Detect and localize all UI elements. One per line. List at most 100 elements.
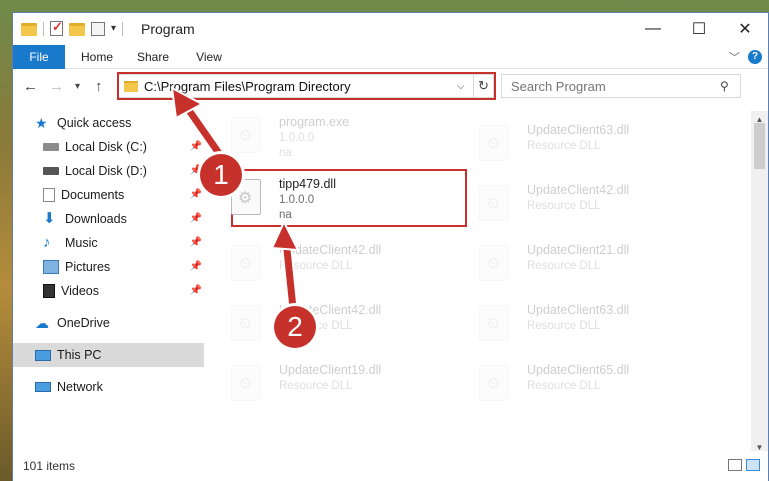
computer-icon — [35, 349, 51, 361]
scroll-thumb[interactable] — [754, 123, 765, 169]
maximize-button[interactable]: ☐ — [676, 13, 722, 45]
window-controls: — ☐ ✕ — [630, 13, 768, 45]
dll-gear-icon — [479, 305, 509, 341]
navigation-bar: ← → ▾ ↑ C:\Program Files\Program Directo… — [13, 70, 768, 103]
search-box[interactable]: ⚲ — [501, 74, 741, 98]
item-count: 101 items — [23, 459, 76, 473]
details-view-icon[interactable] — [728, 459, 742, 471]
help-icon[interactable]: ? — [748, 50, 762, 64]
sidebar-item-documents[interactable]: Documents 📌 — [13, 183, 204, 207]
file-description: Resource DLL — [527, 260, 601, 272]
sidebar-item-videos[interactable]: Videos 📌 — [13, 279, 204, 303]
file-item[interactable]: UpdateClient42.dll Resource DLL — [213, 239, 443, 289]
navigation-pane: ★ Quick access Local Disk (C:) 📌 Local D… — [13, 111, 209, 456]
file-item-tipp479[interactable]: tipp479.dll 1.0.0.0 na — [213, 173, 443, 223]
tiles-view-icon[interactable] — [746, 459, 760, 471]
dll-gear-icon — [479, 365, 509, 401]
dll-gear-icon — [479, 245, 509, 281]
sidebar-item-label: Local Disk (C:) — [65, 140, 147, 154]
tab-share[interactable]: Share — [127, 45, 179, 69]
dll-gear-icon — [231, 245, 261, 281]
star-icon: ★ — [35, 115, 48, 131]
network-icon — [35, 382, 51, 392]
file-description: Resource DLL — [527, 200, 601, 212]
file-description: Resource DLL — [527, 320, 601, 332]
rename-icon[interactable] — [91, 21, 105, 36]
sidebar-item-downloads[interactable]: ⬇ Downloads 📌 — [13, 207, 204, 231]
file-company: na — [279, 147, 292, 159]
sidebar-item-label: Local Disk (D:) — [65, 164, 147, 178]
pin-icon[interactable]: 📌 — [190, 213, 202, 224]
up-arrow-icon[interactable]: ↑ — [95, 78, 103, 95]
step-badge-2: 2 — [274, 306, 316, 348]
cloud-icon: ☁ — [35, 315, 49, 331]
sidebar-item-label: Network — [57, 380, 103, 394]
tab-view[interactable]: View — [183, 45, 235, 69]
sidebar-item-label: Documents — [61, 188, 125, 202]
file-item[interactable]: UpdateClient65.dll Resource DLL — [461, 359, 691, 409]
file-item[interactable]: UpdateClient63.dll Resource DLL — [461, 299, 691, 349]
pin-icon[interactable]: 📌 — [190, 285, 202, 296]
file-item[interactable]: UpdateClient21.dll Resource DLL — [461, 239, 691, 289]
file-company: na — [279, 209, 292, 221]
dll-gear-icon — [479, 185, 509, 221]
explorer-window: ▾ Program — ☐ ✕ File Home Share View ﹀ ?… — [12, 12, 769, 481]
sidebar-item-pictures[interactable]: Pictures 📌 — [13, 255, 204, 279]
download-icon: ⬇ — [43, 210, 56, 227]
file-description: Resource DLL — [279, 380, 353, 392]
file-name: tipp479.dll — [279, 177, 336, 191]
status-bar: 101 items — [13, 451, 768, 481]
file-description: Resource DLL — [527, 380, 601, 392]
sidebar-item-this-pc[interactable]: This PC — [13, 343, 204, 367]
close-button[interactable]: ✕ — [722, 13, 768, 45]
address-highlight-box — [117, 72, 496, 100]
file-name: UpdateClient21.dll — [527, 243, 630, 257]
folder-icon[interactable] — [21, 23, 37, 36]
file-version: 1.0.0.0 — [279, 194, 315, 206]
videos-icon — [43, 284, 55, 298]
sidebar-item-onedrive[interactable]: ☁ OneDrive — [13, 311, 204, 335]
file-name: UpdateClient42.dll — [527, 183, 630, 197]
window-title: Program — [141, 21, 195, 37]
vertical-scrollbar[interactable]: ▲ ▼ — [751, 111, 768, 456]
step-badge-1: 1 — [200, 154, 242, 196]
minimize-button[interactable]: — — [630, 13, 676, 45]
new-folder-icon[interactable] — [69, 23, 85, 36]
expand-ribbon-icon[interactable]: ﹀ — [729, 49, 740, 65]
file-list: program.exe 1.0.0.0 na tipp479.dll 1.0.0… — [213, 111, 741, 456]
customize-toolbar-icon[interactable]: ▾ — [111, 23, 116, 34]
recent-locations-icon[interactable]: ▾ — [75, 81, 80, 92]
pictures-icon — [43, 260, 59, 274]
file-item[interactable]: UpdateClient63.dll Resource DLL — [461, 119, 691, 169]
search-icon[interactable]: ⚲ — [720, 79, 740, 93]
file-name: UpdateClient42.dll — [279, 243, 382, 257]
forward-arrow-icon[interactable]: → — [49, 78, 64, 95]
tab-file[interactable]: File — [13, 45, 65, 69]
file-name: UpdateClient65.dll — [527, 363, 630, 377]
pin-icon[interactable]: 📌 — [190, 189, 202, 200]
executable-icon — [231, 117, 261, 153]
file-item[interactable]: program.exe 1.0.0.0 na — [213, 111, 443, 161]
back-arrow-icon[interactable]: ← — [23, 78, 38, 95]
file-version: 1.0.0.0 — [279, 132, 315, 144]
file-item[interactable]: UpdateClient42.dll Resource DLL — [461, 179, 691, 229]
file-name: UpdateClient63.dll — [527, 123, 630, 137]
tab-home[interactable]: Home — [71, 45, 123, 69]
sidebar-item-local-disk-d[interactable]: Local Disk (D:) 📌 — [13, 159, 204, 183]
drive-icon — [43, 167, 59, 175]
sidebar-item-label: This PC — [57, 348, 102, 362]
sidebar-item-music[interactable]: ♪ Music 📌 — [13, 231, 204, 255]
search-input[interactable] — [511, 78, 720, 94]
sidebar-item-local-disk-c[interactable]: Local Disk (C:) 📌 — [13, 135, 204, 159]
file-item[interactable]: UpdateClient19.dll Resource DLL — [213, 359, 443, 409]
sidebar-item-label: Videos — [61, 284, 99, 298]
sidebar-item-network[interactable]: Network — [13, 375, 204, 399]
title-bar: ▾ Program — ☐ ✕ — [13, 13, 768, 45]
pin-icon[interactable]: 📌 — [190, 261, 202, 272]
pin-icon[interactable]: 📌 — [190, 141, 202, 152]
sidebar-item-label: OneDrive — [57, 316, 110, 330]
file-item[interactable]: UpdateClient42.dll Resource DLL — [213, 299, 443, 349]
properties-icon[interactable] — [50, 19, 63, 36]
pin-icon[interactable]: 📌 — [190, 237, 202, 248]
sidebar-item-quick-access[interactable]: ★ Quick access — [13, 111, 204, 135]
